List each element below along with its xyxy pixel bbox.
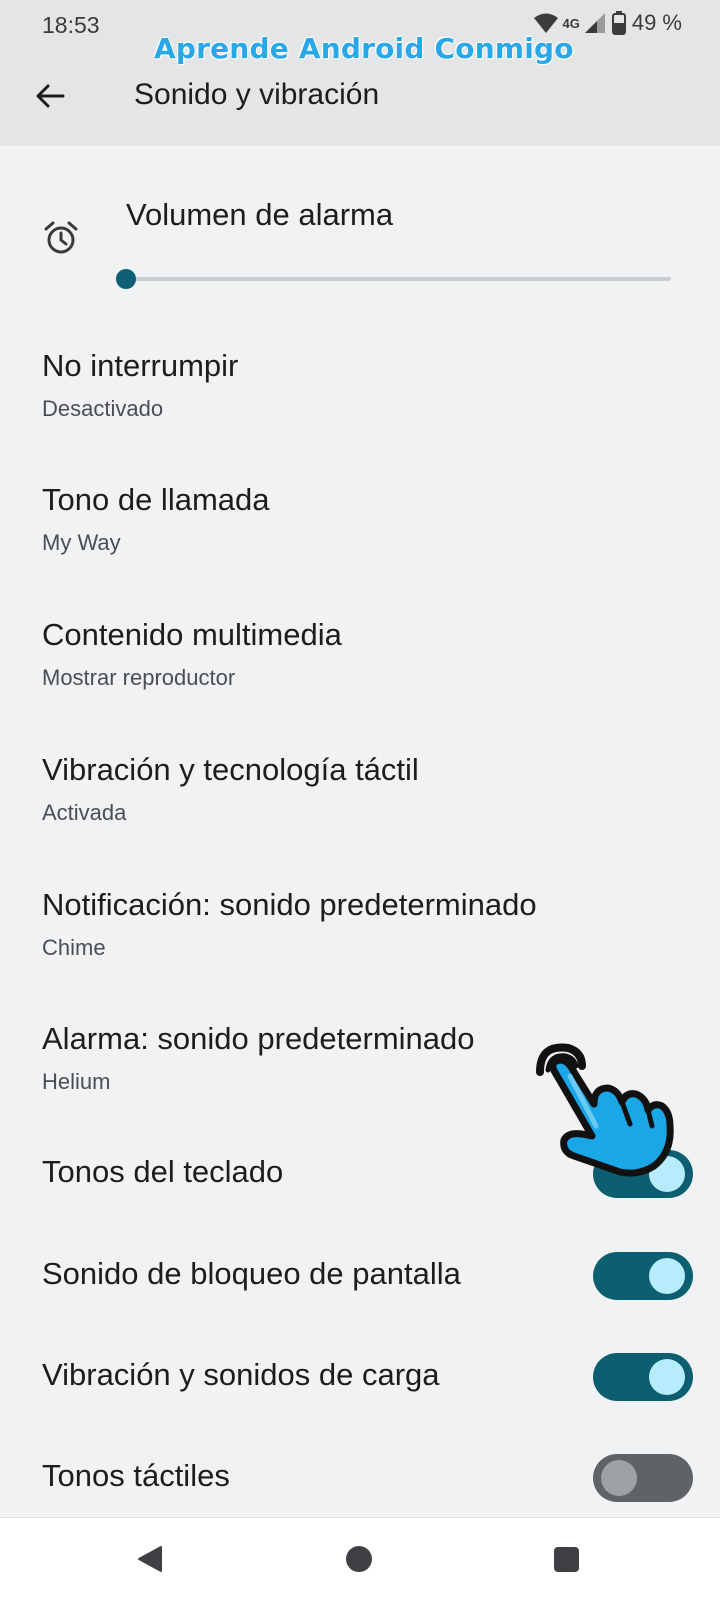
setting-title: No interrumpir [42,348,239,383]
slider-thumb[interactable] [116,269,136,289]
toggle-switch[interactable] [593,1353,693,1401]
nav-recents-square-icon[interactable] [554,1547,579,1572]
signal-icon [584,13,605,33]
toggle-knob [601,1460,637,1496]
back-button[interactable] [30,76,70,116]
setting-subtitle: Chime [42,935,106,960]
page-title: Sonido y vibración [134,78,380,111]
top-app-bar: 18:53 4G 49 % Aprende Android Conmigo So… [0,0,720,146]
nav-back-triangle-icon[interactable] [136,1544,164,1574]
setting-subtitle: Helium [42,1069,111,1094]
setting-subtitle: Mostrar reproductor [42,665,236,690]
toggle-knob [649,1258,685,1294]
setting-title: Vibración y sonidos de carga [42,1357,440,1392]
arrow-back-icon [36,84,65,108]
setting-title: Alarma: sonido predeterminado [42,1021,475,1056]
toggle-switch[interactable] [593,1252,693,1300]
nav-home-circle-icon[interactable] [346,1546,372,1572]
battery-percent: 49 % [631,10,682,35]
settings-screen: 18:53 4G 49 % Aprende Android Conmigo So… [0,0,720,1599]
alarm-volume-label: Volumen de alarma [126,197,394,232]
wifi-icon [533,13,558,33]
setting-title: Tonos táctiles [42,1458,230,1493]
battery-icon [611,11,626,35]
setting-subtitle: Desactivado [42,396,164,421]
setting-title: Contenido multimedia [42,617,342,652]
pointer-hand-icon [536,1043,674,1177]
setting-title: Notificación: sonido predeterminado [42,887,537,922]
watermark-text: Aprende Android Conmigo [154,32,574,65]
status-time: 18:53 [42,12,100,38]
toggle-switch[interactable] [593,1454,693,1502]
alarm-volume-slider[interactable] [116,269,671,289]
toggle-knob [649,1359,685,1395]
system-navigation-bar [0,1517,720,1599]
setting-title: Vibración y tecnología táctil [42,752,419,787]
setting-title: Tono de llamada [42,482,270,517]
setting-title: Sonido de bloqueo de pantalla [42,1256,461,1291]
network-type-label: 4G [562,15,580,31]
alarm-clock-icon [44,221,78,254]
setting-title: Tonos del teclado [42,1154,284,1189]
setting-subtitle: My Way [42,530,121,555]
setting-subtitle: Activada [42,800,127,825]
